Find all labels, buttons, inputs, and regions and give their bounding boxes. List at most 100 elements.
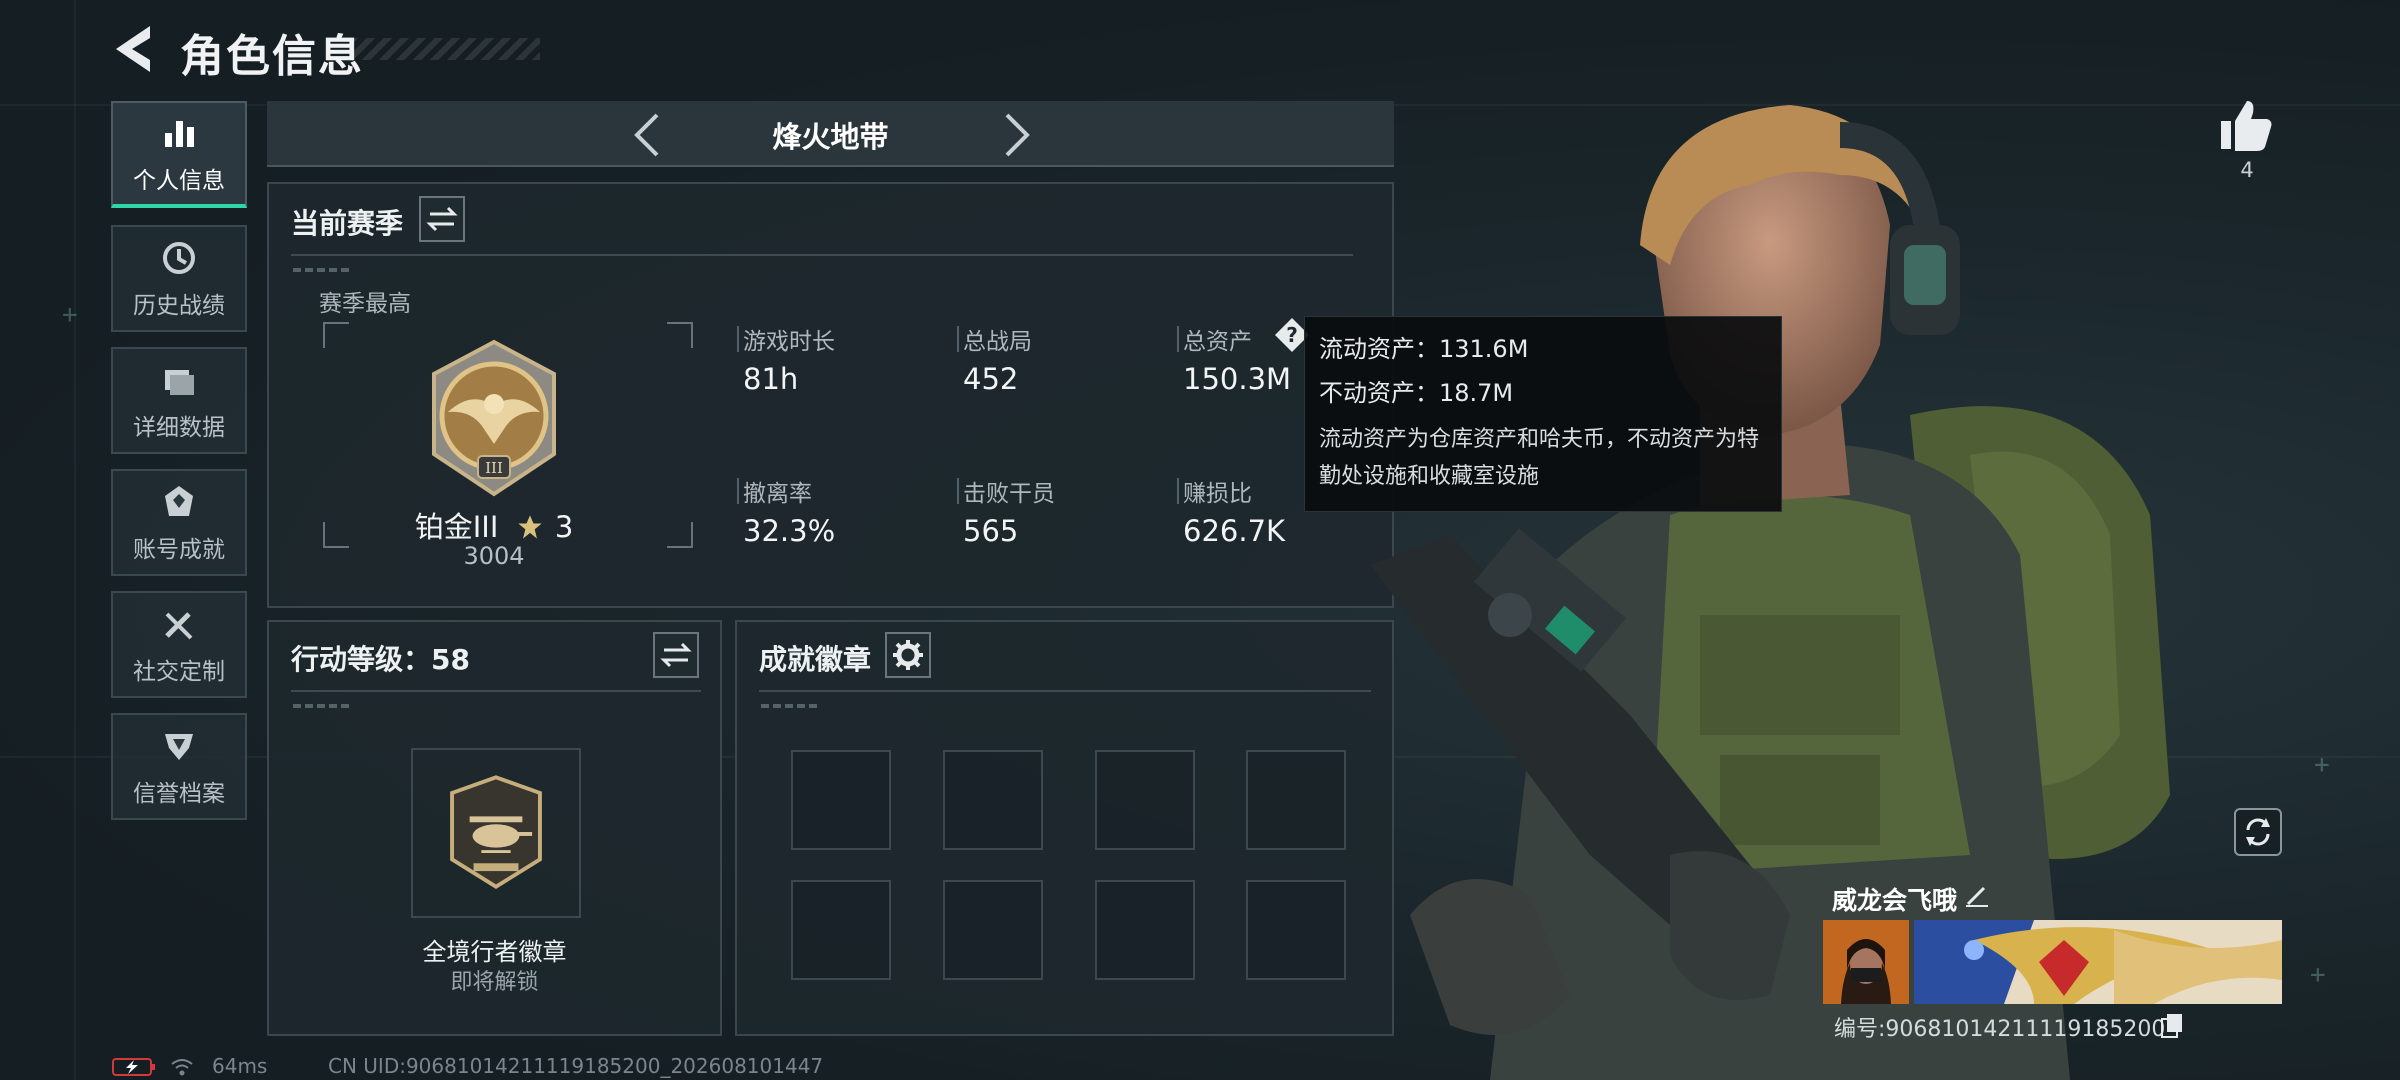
tooltip-description: 流动资产为仓库资产和哈夫币，不动资产为特勤处设施和收藏室设施	[1319, 427, 1760, 489]
action-level-panel: 行动等级：58 全境行者徽章 即将解锁	[267, 620, 722, 1036]
decor-mark	[293, 704, 353, 708]
badge-frame	[411, 748, 581, 918]
stat-label-playtime: 游戏时长	[743, 329, 835, 355]
action-level-title: 行动等级：58	[291, 643, 470, 676]
assets-tooltip: 流动资产：131.6M 不动资产：18.7M 流动资产为仓库资产和哈夫币，不动资…	[1304, 316, 1782, 512]
season-panel: 当前赛季 赛季最高 III 铂金III 3 3004 游戏时长 81h 总战局 …	[267, 182, 1394, 608]
swap-icon	[660, 642, 692, 668]
stat-separator	[1177, 478, 1179, 504]
stat-separator	[737, 326, 739, 352]
player-name: 威龙会飞哦	[1832, 886, 1958, 915]
sidebar-item-achievements[interactable]: 账号成就	[111, 469, 247, 576]
stat-label-total-assets: 总资产	[1183, 329, 1252, 355]
badge-slot[interactable]	[1246, 750, 1346, 850]
swap-icon	[426, 206, 458, 232]
sidebar-item-personal-info[interactable]: 个人信息	[111, 101, 247, 208]
tooltip-liquid-assets: 流动资产：131.6M	[1319, 335, 1529, 363]
rank-score: 3004	[463, 542, 525, 570]
panel-divider	[291, 690, 701, 692]
stat-label-extraction-rate: 撤离率	[743, 481, 812, 507]
sidebar-item-label: 历史战绩	[133, 292, 225, 319]
shield-rank-icon	[165, 733, 193, 760]
decor-mark	[293, 268, 353, 272]
battery-charging-icon	[112, 1058, 155, 1076]
bg-grid-line	[74, 0, 76, 1080]
player-avatar[interactable]	[1823, 920, 1909, 1004]
achievement-icon	[165, 485, 193, 516]
badge-slot[interactable]	[1095, 750, 1195, 850]
svg-text:?: ?	[1286, 323, 1298, 347]
season-switch-button[interactable]	[419, 196, 465, 242]
achievement-title: 成就徽章	[759, 643, 872, 676]
bg-cross-mark: +	[2314, 750, 2330, 780]
bg-cross-mark: +	[2310, 960, 2326, 990]
sidebar-item-label: 社交定制	[133, 658, 225, 685]
stat-label-operators-defeated: 击败干员	[963, 481, 1055, 507]
mode-title: 烽火地带	[772, 120, 889, 154]
sidebar-item-reputation[interactable]: 信誉档案	[111, 713, 247, 820]
frame-corner	[667, 322, 693, 348]
badge-slot[interactable]	[1095, 880, 1195, 980]
thumbs-up-icon[interactable]	[2215, 95, 2275, 155]
stat-label-total-matches: 总战局	[963, 329, 1032, 355]
stat-value-total-assets: 150.3M	[1183, 362, 1292, 396]
achievement-settings-button[interactable]	[885, 632, 931, 678]
stat-separator	[957, 478, 959, 504]
sidebar-item-label: 详细数据	[133, 414, 225, 441]
wifi-icon	[171, 1059, 193, 1076]
player-banner[interactable]	[1914, 920, 2282, 1004]
bar-chart-icon	[165, 120, 194, 147]
refresh-icon	[2246, 818, 2270, 846]
edit-pencil-icon[interactable]	[1964, 882, 1990, 908]
svg-text:III: III	[485, 459, 503, 477]
platinum-rank-emblem: III	[432, 339, 556, 497]
sidebar-item-detailed-data[interactable]: 详细数据	[111, 347, 247, 454]
title-decoration	[350, 38, 540, 60]
sidebar-item-social-custom[interactable]: 社交定制	[111, 591, 247, 698]
frame-corner	[323, 322, 349, 348]
stat-label-profit-loss-ratio: 赚损比	[1183, 481, 1252, 507]
ping-latency: 64ms	[212, 1054, 268, 1078]
decor-mark	[761, 704, 821, 708]
stat-separator	[737, 478, 739, 504]
badge-status: 即将解锁	[450, 970, 539, 995]
next-mode-arrow-icon[interactable]	[997, 111, 1037, 159]
bg-cross-mark: +	[62, 300, 78, 330]
page-title: 角色信息	[180, 31, 364, 82]
gear-icon	[893, 640, 923, 670]
sidebar-item-label: 账号成就	[133, 536, 225, 563]
badge-slot[interactable]	[943, 750, 1043, 850]
stat-value-extraction-rate: 32.3%	[743, 514, 836, 548]
stat-value-profit-loss-ratio: 626.7K	[1183, 514, 1286, 548]
achievement-badges-panel: 成就徽章	[735, 620, 1394, 1036]
folder-icon	[165, 369, 194, 395]
mode-selector: 烽火地带	[267, 101, 1394, 167]
rank-stars: 3	[554, 510, 574, 544]
panel-divider	[759, 690, 1371, 692]
refresh-button[interactable]	[2234, 808, 2282, 856]
badge-slot[interactable]	[791, 880, 891, 980]
badge-name: 全境行者徽章	[422, 938, 567, 966]
account-uid: CN UID:906810142111191852​00_20260810144…	[328, 1054, 824, 1078]
badge-slot[interactable]	[1246, 880, 1346, 980]
action-level-switch-button[interactable]	[653, 632, 699, 678]
clock-history-icon	[163, 241, 195, 274]
rank-line: 铂金III 3	[269, 504, 719, 546]
like-count: 4	[2240, 158, 2254, 182]
stat-value-playtime: 81h	[743, 362, 799, 396]
back-arrow-icon[interactable]	[110, 22, 156, 76]
stat-separator	[957, 326, 959, 352]
stat-value-total-matches: 452	[963, 362, 1019, 396]
stat-value-operators-defeated: 565	[963, 514, 1019, 548]
sidebar-item-match-history[interactable]: 历史战绩	[111, 225, 247, 332]
helicopter-badge-icon	[450, 775, 542, 890]
season-best-label: 赛季最高	[319, 291, 411, 317]
badge-slot[interactable]	[943, 880, 1043, 980]
copy-icon[interactable]	[2160, 1012, 2184, 1038]
sidebar-item-label: 个人信息	[133, 167, 225, 194]
panel-divider	[291, 254, 1353, 256]
season-title: 当前赛季	[291, 207, 404, 240]
sidebar-item-label: 信誉档案	[133, 780, 225, 807]
tooltip-fixed-assets: 不动资产：18.7M	[1319, 379, 1514, 407]
badge-slot[interactable]	[791, 750, 891, 850]
